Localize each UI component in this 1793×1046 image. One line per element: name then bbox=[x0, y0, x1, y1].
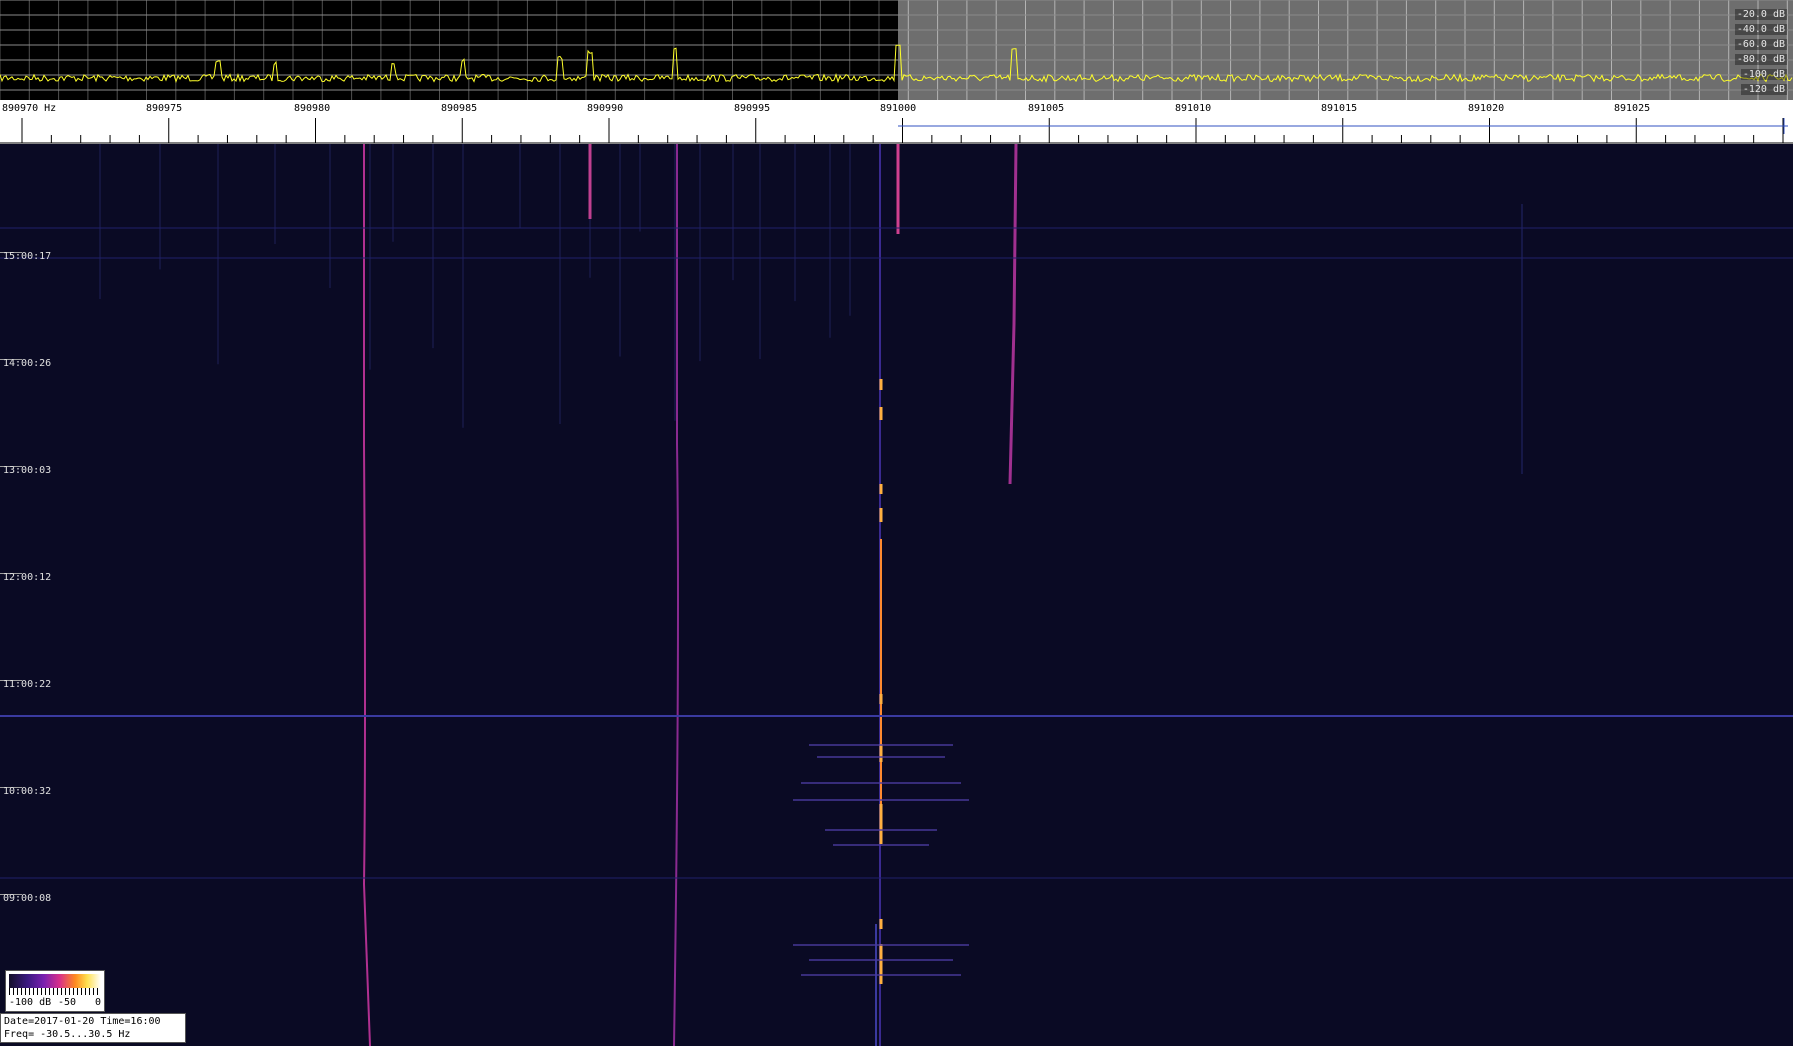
time-label: 12:00:12 bbox=[3, 572, 52, 583]
colorbar-label-mid: -50 bbox=[58, 997, 77, 1008]
time-label: 13:00:03 bbox=[3, 465, 52, 476]
frequency-label: 891010 bbox=[1175, 103, 1212, 114]
sideband-artifact bbox=[801, 782, 961, 784]
sideband-artifact bbox=[817, 756, 945, 758]
frequency-label: 890980 bbox=[294, 103, 331, 114]
time-label: 11:00:22 bbox=[3, 679, 52, 690]
time-label: 10:00:32 bbox=[3, 786, 52, 797]
spectrum-panel[interactable] bbox=[0, 0, 1793, 100]
sideband-artifact bbox=[793, 944, 969, 946]
waterfall-display[interactable] bbox=[0, 144, 1793, 1046]
colorbar-label-max: 0 bbox=[95, 997, 102, 1008]
frequency-label: 890970 Hz bbox=[2, 103, 57, 114]
sideband-artifact bbox=[825, 829, 937, 831]
info-box: Date=2017-01-20 Time=16:00 Freq= -30.5..… bbox=[0, 1013, 186, 1043]
frequency-label: 891015 bbox=[1321, 103, 1358, 114]
waterfall-background bbox=[0, 144, 1793, 1046]
date-time-readout: Date=2017-01-20 Time=16:00 bbox=[4, 1016, 161, 1027]
frequency-label: 890975 bbox=[146, 103, 183, 114]
colorbar-gradient bbox=[9, 974, 101, 988]
colorbar-legend: -100 dB -50 0 bbox=[5, 970, 105, 1012]
frequency-label: 890995 bbox=[734, 103, 771, 114]
sideband-artifact bbox=[793, 799, 969, 801]
frequency-range-readout: Freq= -30.5...30.5 Hz bbox=[4, 1029, 131, 1040]
sideband-artifact bbox=[809, 959, 953, 961]
time-label: 15:00:17 bbox=[3, 251, 52, 262]
sideband-artifact bbox=[809, 744, 953, 746]
sideband-artifact bbox=[833, 844, 929, 846]
colorbar-ticks bbox=[9, 988, 101, 995]
frequency-label: 891000 bbox=[880, 103, 917, 114]
time-label: 14:00:26 bbox=[3, 358, 52, 369]
frequency-label: 890990 bbox=[587, 103, 624, 114]
frequency-axis[interactable]: 890970 Hz 890975 890980 890985 890990 89… bbox=[0, 100, 1793, 144]
frequency-label: 891025 bbox=[1614, 103, 1651, 114]
time-label: 09:00:08 bbox=[3, 893, 52, 904]
frequency-label: 891005 bbox=[1028, 103, 1065, 114]
colorbar-label-min: -100 dB bbox=[9, 997, 52, 1008]
frequency-label: 891020 bbox=[1468, 103, 1505, 114]
frequency-label: 890985 bbox=[441, 103, 478, 114]
sideband-artifact bbox=[801, 974, 961, 976]
